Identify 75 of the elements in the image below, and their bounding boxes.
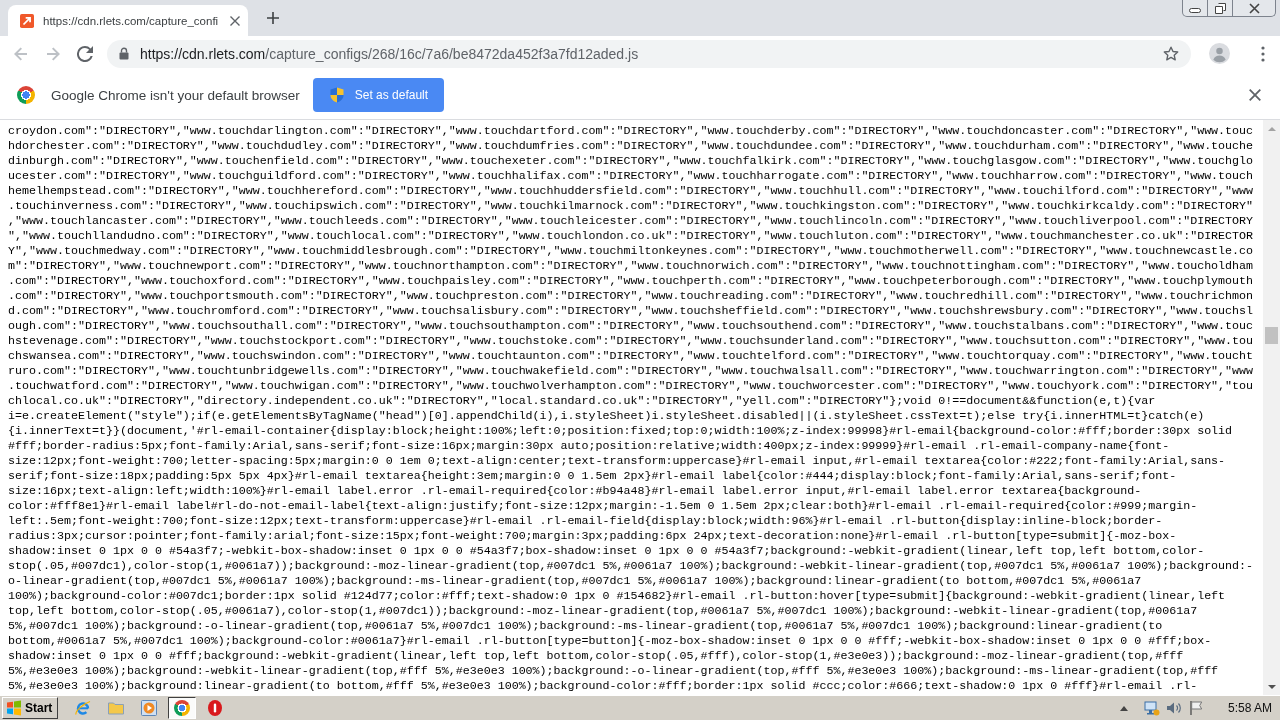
- code-line: .touchwatford.com":"DIRECTORY","www.touchwigan.com":"DIRECTORY","www.touchwolverhampton.com":"DIRECTORY","www.touchworcester.com":"DIRECTORY","www.touchyork.com":"DIRECTORY","tou: [8, 379, 1255, 394]
- back-arrow-icon: [13, 45, 29, 62]
- code-line: hdorchester.com":"DIRECTORY","www.touchdudley.com":"DIRECTORY","www.touchdumfries.com":"DIRECTORY","www.touchdundee.com":"DIRECTORY","www.touchdurham.com":"DIRECTORY","www.touche: [8, 139, 1255, 154]
- code-line: chlocal.co.uk":"DIRECTORY","directory.independent.co.uk":"DIRECTORY","local.standard.co.uk":"DIRECTORY","yell.com":"DIRECTORY"};void 0!==document&&function(e,t){var: [8, 394, 1157, 409]
- speaker-icon[interactable]: [1165, 700, 1182, 716]
- code-line: o-linear-gradient(top,#007dc1 5%,#0061a7 100%);background:-ms-linear-gradient(top,#007dc1 5%,#0061a7 100%);background:linear-gradient(to bottom,#007dc1 5%,#0061a7: [8, 574, 1143, 589]
- scrollbar[interactable]: [1263, 120, 1280, 695]
- scrollbar-thumb[interactable]: [1265, 327, 1278, 344]
- scroll-down-arrow-icon[interactable]: [1267, 684, 1276, 689]
- reload-icon: [77, 45, 93, 62]
- code-line: size:12px;font-weight:700;letter-spacing:5px;margin:0 0 1em 0;text-align:center;text-transform:uppercase}#rl-email input,#rl-email textarea{color:#222;font-family:Arial,sans-: [8, 454, 1227, 469]
- code-line: shadow:inset 0 1px 0 0 #fff;background:-webkit-gradient(linear,left top,left bottom,color-stop(.05,#fff),color-stop(1,#e3e0e3));background:-moz-linear-gradient(top,#fff: [8, 649, 1185, 664]
- code-line: left:.5em;font-weight:700;font-size:12px;text-transform:uppercase}#rl-email .rl-email-field{display:block;width:96%}#rl-email .rl-button{display:inline-block;border-: [8, 514, 1164, 529]
- address-bar[interactable]: https://cdn.rlets.com/capture_configs/268/16c/7a6/be8472da452f3a7fd12aded.js: [107, 39, 1191, 68]
- code-line: {i.innerText=t}}(document,'#rl-email-container{display:block;height:100%;left:0;position:fixed;top:0;width:100%;z-index:99998}#rl-email{background-color:#fff;border:30px solid: [8, 424, 1234, 439]
- infobar-close-button[interactable]: [1249, 89, 1261, 101]
- code-line: 5%,#e3e0e3 100%);background:-webkit-linear-gradient(top,#fff 5%,#e3e0e3 100%);background:-o-linear-gradient(top,#fff 5%,#e3e0e3 100%);background:-ms-linear-gradient(top,#fff: [8, 664, 1220, 679]
- code-line: 100%);background-color:#007dc1;border:1px solid #124d77;color:#fff;text-shadow:0 1px 0 #154682}#rl-email .rl-button:hover[type=submit]{background:-webkit-gradient(linear,left: [8, 589, 1227, 604]
- code-line: 5%,#e3e0e3 100%);background:linear-gradient(to bottom,#fff 5%,#e3e0e3 100%);background-color:#fff;border:1px solid #ccc;color:#666;text-shadow:0 1px 0 #fff}#rl-email .rl-: [8, 679, 1199, 694]
- forward-arrow-icon: [45, 45, 61, 62]
- alert-icon: [207, 700, 224, 716]
- code-line: hstevenage.com":"DIRECTORY","www.touchstockport.com":"DIRECTORY","www.touchstoke.com":"DIRECTORY","www.touchsunderland.com":"DIRECTORY","www.touchsutton.com":"DIRECTORY","www.tou: [8, 334, 1255, 349]
- avatar-icon[interactable]: [1209, 43, 1230, 64]
- bookmark-star-icon[interactable]: [1163, 45, 1179, 62]
- code-line: shadow:inset 0 1px 0 0 #54a3f7;-webkit-box-shadow:inset 0 1px 0 0 #54a3f7;box-shadow:inset 0 1px 0 0 #54a3f7;background:-webkit-gradient(linear,left top,left bottom,color-: [8, 544, 1206, 559]
- code-line: size:16px;text-align:left;width:100%}#rl-email label.error .rl-email-required{color:#b94a48}#rl-email label.error input,#rl-email label.error textarea{background-: [8, 484, 1143, 499]
- restore-icon: [1214, 2, 1226, 14]
- address-text[interactable]: https://cdn.rlets.com/capture_configs/268/16c/7a6/be8472da452f3a7fd12aded.js: [140, 45, 639, 62]
- code-line: #fff;border-radius:5px;font-family:Arial,sans-serif;font-size:16px;margin:30px auto;position:relative;width:400px;z-index:99999}#rl-email .rl-email-company-name{font-: [8, 439, 1171, 454]
- code-line: i=e.createElement("style");if(e.getElementsByTagName("head")[0].appendChild(i),i.styleSheet)i.styleSheet.disabled||(i.styleSheet.cssText=t);else try{i.innerHTML=t}catch(e): [8, 409, 1206, 424]
- code-line: bottom,#0061a7 5%,#007dc1 100%);background-color:#0061a7}#rl-email .rl-button[type=button]{-moz-box-shadow:inset 0 1px 0 0 #fff;-webkit-box-shadow:inset 0 1px 0 0 #fff;box-: [8, 634, 1213, 649]
- code-line: m":"DIRECTORY","www.touchnewport.com":"DIRECTORY","www.touchnorthampton.com":"DIRECTORY","www.touchnorwich.com":"DIRECTORY","www.touchnottingham.com":"DIRECTORY","www.toucholdham: [8, 259, 1255, 274]
- media-player-icon: [141, 700, 158, 716]
- shield-icon: [329, 87, 344, 103]
- tray-expand-icon[interactable]: [1119, 705, 1128, 711]
- code-line: chswansea.com":"DIRECTORY","www.touchswindon.com":"DIRECTORY","www.touchtaunton.com":"DIRECTORY","www.touchtelford.com":"DIRECTORY","www.touchtorquay.com":"DIRECTORY","www.toucht: [8, 349, 1255, 364]
- infobar-message: Google Chrome isn't your default browser: [51, 87, 300, 103]
- minimize-icon: [1189, 7, 1201, 13]
- code-line: croydon.com":"DIRECTORY","www.touchdarlington.com":"DIRECTORY","www.touchdartford.com":"DIRECTORY","www.touchderby.com":"DIRECTORY","www.touchdoncaster.com":"DIRECTORY","www.touc: [8, 124, 1255, 139]
- code-line: ucester.com":"DIRECTORY","www.touchguildford.com":"DIRECTORY","www.touchhalifax.com":"DIRECTORY","www.touchharrogate.com":"DIRECTORY","www.touchharrow.com":"DIRECTORY","www.touch: [8, 169, 1255, 184]
- code-line: color:#fff8e1}#rl-email label#rl-do-not-email-label{text-align:justify;font-size:12px;margin:-1.5em 0 1.5em 2px;clear:both}#rl-email .rl-email-required{color:#999;margin-: [8, 499, 1199, 514]
- site-favicon-icon: [20, 13, 34, 28]
- code-line: ","www.touchllandudno.com":"DIRECTORY","www.touchlocal.com":"DIRECTORY","www.touchlondon.co.uk":"DIRECTORY","www.touchluton.com":"DIRECTORY","www.touchmanchester.co.uk":"DIRECTOR: [8, 229, 1255, 244]
- chrome-logo-icon: [17, 86, 35, 104]
- code-line: dinburgh.com":"DIRECTORY","www.touchenfield.com":"DIRECTORY","www.touchexeter.com":"DIRECTORY","www.touchfalkirk.com":"DIRECTORY","www.touchglasgow.com":"DIRECTORY","www.touchglo: [8, 154, 1255, 169]
- close-icon: [1248, 2, 1260, 14]
- network-icon[interactable]: [1143, 700, 1160, 716]
- code-line: top,left bottom,color-stop(.05,#0061a7),color-stop(1,#007dc1));background:-moz-linear-gradient(top,#0061a7 5%,#007dc1 100%);background:-webkit-linear-gradient(top,#0061a7: [8, 604, 1199, 619]
- code-line: 5%,#007dc1 100%);background:-o-linear-gradient(top,#0061a7 5%,#007dc1 100%);background:-ms-linear-gradient(top,#0061a7 5%,#007dc1 100%);background:linear-gradient(to: [8, 619, 1164, 634]
- code-line: ough.com":"DIRECTORY","www.touchsouthall.com":"DIRECTORY","www.touchsouthampton.com":"DIRECTORY","www.touchsouthend.com":"DIRECTORY","www.touchstalbans.com":"DIRECTORY","www.touc: [8, 319, 1255, 334]
- code-line: .com":"DIRECTORY","www.touchoxford.com":"DIRECTORY","www.touchpaisley.com":"DIRECTORY","www.touchperth.com":"DIRECTORY","www.touchpeterborough.com":"DIRECTORY","www.touchplymouth: [8, 274, 1255, 289]
- taskbar-app-button[interactable]: [168, 697, 197, 719]
- chrome-logo-icon: [174, 700, 191, 716]
- windows-flag-icon: [6, 700, 22, 716]
- code-line: Y","www.touchmedway.com":"DIRECTORY","www.touchmiddlesbrough.com":"DIRECTORY","www.touchmiltonkeynes.com":"DIRECTORY","www.touchmotherwell.com":"DIRECTORY","www.touchnewcastle.co: [8, 244, 1255, 259]
- folder-icon: [108, 700, 125, 716]
- clock-text[interactable]: 5:58 AM: [1227, 701, 1272, 715]
- close-icon: [230, 15, 241, 26]
- code-line: d.com":"DIRECTORY","www.touchromford.com":"DIRECTORY","www.touchsalisbury.com":"DIRECTORY","www.touchsheffield.com":"DIRECTORY","www.touchshrewsbury.com":"DIRECTORY","www.touchsl: [8, 304, 1255, 319]
- code-line: radius:3px;cursor:pointer;font-family:arial;font-size:15px;font-weight:700;margin:3px;padding:6px 24px;text-decoration:none}#rl-email .rl-button[type=submit]{-moz-box-: [8, 529, 1178, 544]
- close-icon: [1249, 89, 1261, 101]
- code-line: stop(.05,#007dc1),color-stop(1,#0061a7));background:-moz-linear-gradient(top,#007dc1 5%,#0061a7 100%);background:-webkit-linear-gradient(top,#007dc1 5%,#0061a7 100%);background:-: [8, 559, 1255, 574]
- code-line: ,"www.touchlancaster.com":"DIRECTORY","www.touchleeds.com":"DIRECTORY","www.touchleicester.com":"DIRECTORY","www.touchlincoln.com":"DIRECTORY","www.touchliverpool.com":"DIRECTORY: [8, 214, 1255, 229]
- browser-tab[interactable]: https://cdn.rlets.com/capture_confi: [8, 5, 248, 36]
- start-button[interactable]: Start: [2, 697, 59, 719]
- e-logo-icon: [75, 700, 92, 716]
- menu-icon[interactable]: [1261, 45, 1265, 62]
- code-line: hemelhempstead.com":"DIRECTORY","www.touchhereford.com":"DIRECTORY","www.touchhuddersfield.com":"DIRECTORY","www.touchhull.com":"DIRECTORY","www.touchilford.com":"DIRECTORY","www: [8, 184, 1255, 199]
- plus-icon: [267, 12, 279, 24]
- code-line: .com":"DIRECTORY","www.touchportsmouth.com":"DIRECTORY","www.touchpreston.com":"DIRECTORY","www.touchreading.com":"DIRECTORY","www.touchredhill.com":"DIRECTORY","www.touchrichmon: [8, 289, 1255, 304]
- code-line: ruro.com":"DIRECTORY","www.touchtunbridgewells.com":"DIRECTORY","www.touchwakefield.com":"DIRECTORY","www.touchwalsall.com":"DIRECTORY","www.touchwarrington.com":"DIRECTORY","www: [8, 364, 1255, 379]
- code-line: serif;font-size:18px;padding:5px 5px 4px}#rl-email textarea{height:3em;margin:0 0 1.5em 2px}#rl-email label{color:#444;display:block;font-family:Arial,sans-serif;font-: [8, 469, 1178, 484]
- code-line: .touchinverness.com":"DIRECTORY","www.touchipswich.com":"DIRECTORY","www.touchkilmarnock.com":"DIRECTORY","www.touchkingston.com":"DIRECTORY","www.touchkirkcaldy.com":"DIRECTORY": [8, 199, 1255, 214]
- lock-icon: [119, 47, 129, 60]
- flag-icon[interactable]: [1187, 700, 1204, 716]
